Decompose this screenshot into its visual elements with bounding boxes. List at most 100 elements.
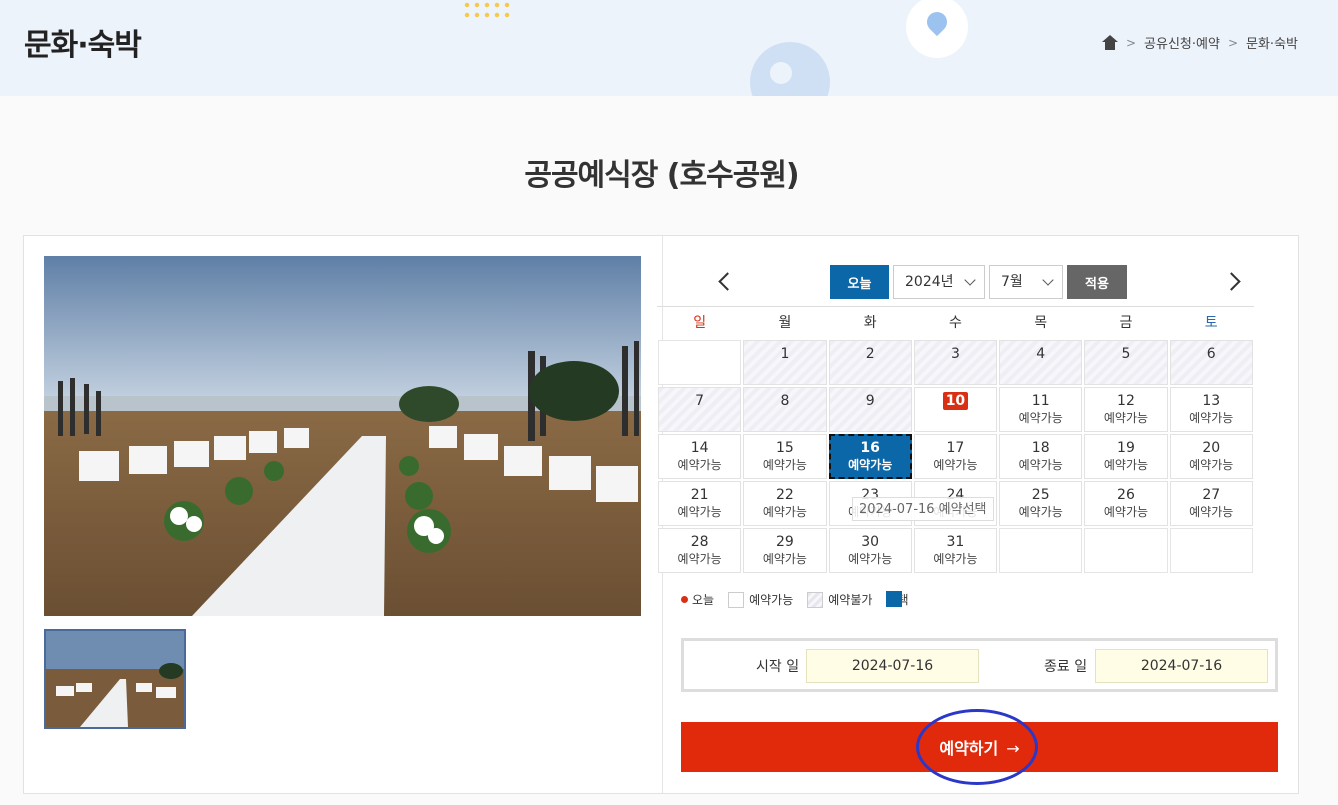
day-number: 12	[1117, 393, 1135, 409]
legend-label: 예약가능	[749, 593, 794, 607]
day-status: 예약가능	[762, 458, 807, 472]
weekday-label: 수	[948, 315, 962, 331]
reserve-button[interactable]: 예약하기 →	[681, 722, 1278, 772]
weekday-label: 목	[1034, 315, 1048, 331]
calendar-week: 28 예약가능 29 예약가능 30 예약가능 31 예약가능	[657, 527, 1254, 574]
previous-month-arrow-icon[interactable]	[715, 271, 737, 293]
day-number: 9	[865, 393, 875, 409]
day-cell[interactable]: 19 예약가능	[1084, 434, 1168, 479]
weekday-label: 화	[863, 315, 877, 331]
day-cell[interactable]: 21 예약가능	[658, 481, 742, 526]
day-status: 예약가능	[677, 505, 722, 519]
day-cell[interactable]: 28 예약가능	[658, 528, 742, 573]
day-status: 예약가능	[1189, 458, 1234, 472]
day-cell: 8	[743, 387, 827, 432]
legend-today: 오늘	[681, 591, 714, 608]
day-number: 11	[1031, 393, 1050, 409]
day-cell[interactable]: 25 예약가능	[999, 481, 1083, 526]
day-number: 26	[1117, 487, 1135, 503]
section-title: 문화·숙박	[24, 28, 142, 63]
day-number: 5	[1121, 346, 1131, 362]
day-cell[interactable]: 17 예약가능	[913, 434, 998, 479]
legend-label: 오늘	[692, 593, 715, 607]
day-status: 예약가능	[762, 552, 807, 566]
day-number: 25	[1031, 487, 1050, 503]
day-cell: 9	[828, 387, 912, 432]
day-cell[interactable]: 29 예약가능	[743, 528, 827, 573]
calendar-week: 1 2 3 4 5 6	[657, 339, 1254, 386]
chevron-right-icon: >	[1125, 35, 1137, 50]
chevron-down-icon	[1042, 274, 1054, 286]
unavailable-swatch	[807, 591, 824, 608]
day-number: 1	[780, 346, 790, 362]
day-status: 예약가능	[848, 552, 893, 566]
day-status: 예약가능	[1103, 411, 1149, 425]
day-number: 15	[775, 440, 794, 456]
calendar-grid: 일월화수목금토 1 2 3 4 5 6 7 8 9 10 11 예약가능 12 예약가능 13 예약가능 14 예…	[657, 306, 1254, 574]
today-button[interactable]: 오늘	[830, 265, 889, 299]
today-dot-icon	[681, 596, 688, 603]
year-select-value: 2024년	[905, 274, 954, 290]
end-date-field[interactable]	[1095, 649, 1268, 683]
day-cell: 6	[1169, 340, 1253, 385]
day-cell[interactable]: 18 예약가능	[999, 434, 1083, 479]
year-select[interactable]: 2024년	[893, 265, 985, 299]
empty-day-cell	[1084, 528, 1168, 573]
day-cell[interactable]: 22 예약가능	[743, 481, 827, 526]
page-title: 공공예식장 (호수공원)	[524, 158, 799, 193]
calendar-weeks: 1 2 3 4 5 6 7 8 9 10 11 예약가능 12 예약가능 13 예약가능 14 예약가능 15 예약가…	[657, 339, 1254, 574]
day-cell[interactable]: 30 예약가능	[828, 528, 912, 573]
day-cell[interactable]: 27 예약가능	[1169, 481, 1253, 526]
day-cell[interactable]: 15 예약가능	[743, 434, 827, 479]
day-cell[interactable]: 14 예약가능	[658, 434, 742, 479]
date-tooltip: 2024-07-16 예약선택	[852, 497, 994, 521]
day-cell: 1	[743, 340, 827, 385]
apply-button[interactable]: 적용	[1067, 265, 1127, 299]
day-status: 예약가능	[933, 458, 978, 472]
day-cell[interactable]: 16 예약가능	[828, 434, 912, 479]
empty-day-cell	[999, 528, 1083, 573]
day-cell[interactable]: 11 예약가능	[999, 387, 1083, 432]
day-number: 10	[942, 392, 969, 410]
home-icon[interactable]	[1101, 34, 1118, 51]
day-status: 예약가능	[677, 458, 722, 472]
day-cell: 5	[1084, 340, 1168, 385]
day-cell[interactable]: 20 예약가능	[1169, 434, 1253, 479]
calendar-nav: 오늘 2024년 7월 적용	[681, 265, 1277, 301]
day-status: 예약가능	[1018, 411, 1063, 425]
empty-day-cell	[1169, 528, 1253, 573]
day-number: 21	[690, 487, 709, 503]
day-status: 예약가능	[1103, 505, 1149, 519]
day-status: 예약가능	[933, 552, 978, 566]
day-cell: 2	[828, 340, 912, 385]
month-select-value: 7월	[1001, 274, 1023, 290]
day-cell[interactable]: 13 예약가능	[1169, 387, 1253, 432]
next-month-arrow-icon[interactable]	[1223, 271, 1245, 293]
breadcrumb-item[interactable]: 공유신청·예약	[1144, 33, 1220, 52]
day-status: 예약가능	[1018, 505, 1063, 519]
day-status: 예약가능	[677, 552, 722, 566]
day-number: 19	[1117, 440, 1135, 456]
day-number: 8	[780, 393, 790, 409]
day-cell[interactable]: 31 예약가능	[913, 528, 998, 573]
day-cell[interactable]: 12 예약가능	[1084, 387, 1168, 432]
calendar-week: 7 8 9 10 11 예약가능 12 예약가능 13 예약가능	[657, 386, 1254, 433]
month-select[interactable]: 7월	[989, 265, 1063, 299]
reserve-button-label: 예약하기	[939, 739, 999, 758]
day-number: 18	[1031, 440, 1050, 456]
day-number: 16	[860, 440, 880, 456]
day-number: 17	[946, 440, 965, 456]
legend-unavailable: 예약불가	[807, 591, 872, 608]
arrow-right-icon: →	[1006, 739, 1020, 758]
breadcrumb-item[interactable]: 문화·숙박	[1246, 33, 1298, 52]
calendar-legend: 오늘 예약가능 예약불가 선택	[681, 591, 923, 608]
legend-selected: 선택	[886, 591, 909, 608]
day-status: 예약가능	[762, 505, 807, 519]
chevron-down-icon	[964, 274, 976, 286]
decorative-shape	[750, 42, 830, 96]
thumbnail-image[interactable]	[44, 629, 186, 729]
start-date-field[interactable]	[806, 649, 979, 683]
day-cell: 10	[913, 387, 998, 432]
main-photo	[44, 256, 641, 616]
day-cell[interactable]: 26 예약가능	[1084, 481, 1168, 526]
